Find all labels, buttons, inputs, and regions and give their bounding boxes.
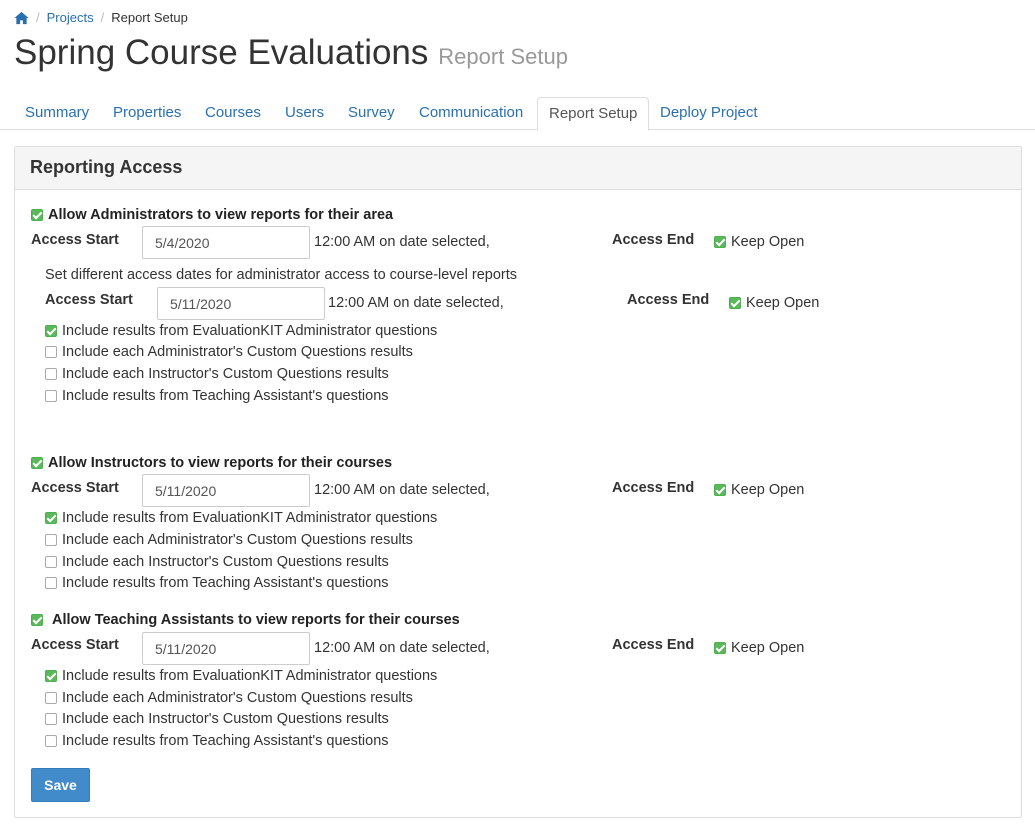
admin-access-start-input[interactable] [142, 226, 310, 259]
panel-title: Reporting Access [15, 147, 1021, 190]
option-label: Include results from EvaluationKIT Admin… [62, 323, 438, 339]
keep-open-label: Keep Open [731, 482, 805, 498]
tab-survey[interactable]: Survey [337, 97, 406, 130]
admin-option-row[interactable]: Include each Administrator's Custom Ques… [45, 344, 413, 360]
ta-option-checkbox[interactable] [45, 735, 57, 748]
keep-open-label: Keep Open [746, 295, 820, 311]
option-label: Include each Instructor's Custom Questio… [62, 554, 389, 570]
tab-properties[interactable]: Properties [102, 97, 192, 130]
ta-allow-checkbox[interactable] [31, 614, 43, 627]
admin-allow-checkbox-row[interactable]: Allow Administrators to view reports for… [31, 207, 393, 223]
tab-users[interactable]: Users [274, 97, 335, 130]
tab-deploy-project[interactable]: Deploy Project [649, 97, 769, 130]
page-header: Spring Course Evaluations Report Setup [14, 33, 568, 73]
ta-keep-open[interactable]: Keep Open [714, 640, 804, 656]
page-subtitle: Report Setup [438, 44, 568, 69]
tab-summary[interactable]: Summary [14, 97, 100, 130]
admin-access-start-label: Access Start [31, 232, 119, 248]
instructor-access-start-input[interactable] [142, 474, 310, 507]
admin-course-keep-open-checkbox[interactable] [729, 297, 741, 310]
ta-allow-label: Allow Teaching Assistants to view report… [52, 612, 460, 628]
instructor-option-row[interactable]: Include results from Teaching Assistant'… [45, 575, 389, 591]
admin-allow-label: Allow Administrators to view reports for… [48, 207, 394, 223]
ta-access-end-label: Access End [612, 637, 695, 653]
instructor-keep-open-checkbox[interactable] [714, 484, 726, 497]
admin-time-note: 12:00 AM on date selected, [314, 234, 490, 250]
admin-course-access-start-label: Access Start [45, 292, 133, 308]
breadcrumb-projects-link[interactable]: Projects [47, 10, 94, 25]
tab-bar: Summary Properties Courses Users Survey … [0, 97, 1035, 131]
instructor-option-row[interactable]: Include results from EvaluationKIT Admin… [45, 510, 437, 526]
instructor-time-note: 12:00 AM on date selected, [314, 482, 490, 498]
option-label: Include each Administrator's Custom Ques… [62, 532, 413, 548]
admin-allow-checkbox[interactable] [31, 209, 43, 222]
breadcrumb-current: Report Setup [111, 10, 188, 25]
save-button[interactable]: Save [31, 768, 90, 802]
tab-courses[interactable]: Courses [194, 97, 272, 130]
instructor-option-row[interactable]: Include each Administrator's Custom Ques… [45, 532, 413, 548]
keep-open-label: Keep Open [731, 234, 805, 250]
ta-option-checkbox[interactable] [45, 670, 57, 683]
tab-report-setup[interactable]: Report Setup [537, 97, 650, 131]
admin-keep-open[interactable]: Keep Open [714, 234, 804, 250]
admin-course-keep-open[interactable]: Keep Open [729, 295, 819, 311]
instructor-allow-checkbox-row[interactable]: Allow Instructors to view reports for th… [31, 455, 392, 471]
admin-option-checkbox[interactable] [45, 390, 57, 403]
admin-option-checkbox[interactable] [45, 325, 57, 338]
ta-allow-checkbox-row[interactable]: Allow Teaching Assistants to view report… [31, 612, 460, 628]
ta-option-checkbox[interactable] [45, 692, 57, 705]
keep-open-label: Keep Open [731, 640, 805, 656]
instructor-access-end-label: Access End [612, 480, 695, 496]
ta-option-row[interactable]: Include results from EvaluationKIT Admin… [45, 668, 437, 684]
admin-option-row[interactable]: Include results from EvaluationKIT Admin… [45, 323, 437, 339]
option-label: Include results from EvaluationKIT Admin… [62, 668, 438, 684]
admin-option-row[interactable]: Include results from Teaching Assistant'… [45, 388, 389, 404]
breadcrumb-separator: / [100, 10, 105, 25]
option-label: Include each Administrator's Custom Ques… [62, 690, 413, 706]
ta-time-note: 12:00 AM on date selected, [314, 640, 490, 656]
instructor-option-checkbox[interactable] [45, 534, 57, 547]
admin-option-row[interactable]: Include each Instructor's Custom Questio… [45, 366, 389, 382]
instructor-option-checkbox[interactable] [45, 512, 57, 525]
admin-course-access-end-label: Access End [627, 292, 710, 308]
ta-option-checkbox[interactable] [45, 713, 57, 726]
admin-access-end-label: Access End [612, 232, 695, 248]
ta-option-row[interactable]: Include each Instructor's Custom Questio… [45, 711, 389, 727]
admin-keep-open-checkbox[interactable] [714, 236, 726, 249]
admin-option-checkbox[interactable] [45, 346, 57, 359]
instructor-allow-checkbox[interactable] [31, 457, 43, 470]
ta-access-start-label: Access Start [31, 637, 119, 653]
ta-keep-open-checkbox[interactable] [714, 642, 726, 655]
option-label: Include results from Teaching Assistant'… [62, 575, 389, 591]
instructor-access-start-label: Access Start [31, 480, 119, 496]
page-title: Spring Course Evaluations [14, 33, 429, 72]
option-label: Include each Instructor's Custom Questio… [62, 366, 389, 382]
home-icon [14, 11, 29, 24]
option-label: Include each Instructor's Custom Questio… [62, 711, 389, 727]
instructor-option-checkbox[interactable] [45, 577, 57, 590]
instructor-allow-label: Allow Instructors to view reports for th… [48, 455, 393, 471]
tab-communication[interactable]: Communication [408, 97, 534, 130]
admin-course-access-start-input[interactable] [157, 287, 325, 320]
admin-course-time-note: 12:00 AM on date selected, [328, 295, 504, 311]
instructor-option-checkbox[interactable] [45, 556, 57, 569]
instructor-keep-open[interactable]: Keep Open [714, 482, 804, 498]
option-label: Include results from Teaching Assistant'… [62, 388, 389, 404]
breadcrumb-separator: / [36, 10, 40, 25]
option-label: Include results from Teaching Assistant'… [62, 733, 389, 749]
reporting-access-panel: Reporting Access Allow Administrators to… [14, 146, 1022, 818]
admin-course-level-note: Set different access dates for administr… [45, 267, 518, 283]
ta-option-row[interactable]: Include each Administrator's Custom Ques… [45, 690, 413, 706]
breadcrumb: / Projects / Report Setup [14, 10, 188, 25]
ta-option-row[interactable]: Include results from Teaching Assistant'… [45, 733, 389, 749]
option-label: Include each Administrator's Custom Ques… [62, 344, 413, 360]
option-label: Include results from EvaluationKIT Admin… [62, 510, 438, 526]
admin-option-checkbox[interactable] [45, 368, 57, 381]
ta-access-start-input[interactable] [142, 632, 310, 665]
home-link[interactable] [14, 11, 29, 25]
instructor-option-row[interactable]: Include each Instructor's Custom Questio… [45, 554, 389, 570]
